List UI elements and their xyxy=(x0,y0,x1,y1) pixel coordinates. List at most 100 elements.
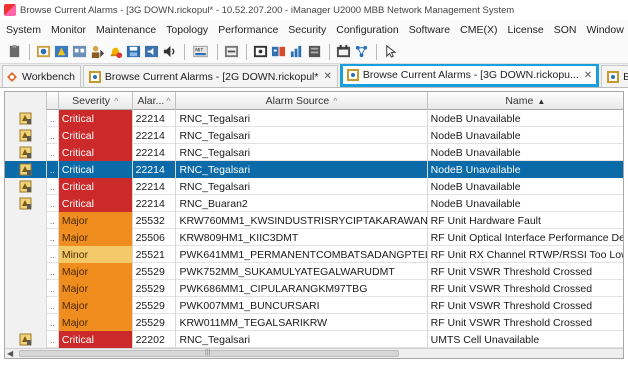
server-icon[interactable] xyxy=(306,44,322,60)
menu-item-performance[interactable]: Performance xyxy=(218,24,278,36)
row-flag-cell: .. xyxy=(47,110,59,127)
report-icon[interactable] xyxy=(223,44,239,60)
table-row[interactable]: .. Critical 22214 RNC_Tegalsari NodeB Unavai… xyxy=(5,110,623,127)
sound-icon[interactable] xyxy=(143,44,159,60)
acknowledge-icon xyxy=(19,129,32,142)
menu-bar: System Monitor Maintenance Topology Performa… xyxy=(0,20,628,40)
severity-cell: Major xyxy=(58,263,133,280)
mit-icon[interactable]: MIT xyxy=(190,44,210,60)
table-row[interactable]: .. Critical 22214 RNC_Tegalsari NodeB Unavai… xyxy=(5,144,623,161)
menu-item-topology[interactable]: Topology xyxy=(166,24,208,36)
toolbar-separator xyxy=(184,43,185,60)
tab-workbench[interactable]: Workbench xyxy=(2,65,81,87)
severity-cell: Critical xyxy=(58,127,133,144)
title-bar: Browse Current Alarms - [3G DOWN.rickopu… xyxy=(0,0,628,20)
column-header-severity-label: Severity xyxy=(72,95,111,107)
filter-icon[interactable] xyxy=(252,44,268,60)
column-header-source[interactable]: Alarm Source ^ xyxy=(176,92,428,110)
alarm-source-cell: PWK007MM1_BUNCURSARI xyxy=(176,297,428,314)
table-row[interactable]: .. Major 25532 KRW760MM1_KWSINDUSTRISRYCIPT… xyxy=(5,212,623,229)
alarm-source-cell: KRW760MM1_KWSINDUSTRISRYCIPTAKARAWANGT..… xyxy=(176,212,428,229)
network-icon[interactable] xyxy=(353,44,369,60)
menu-item-maintenance[interactable]: Maintenance xyxy=(96,24,156,36)
alarm-id-cell: 22214 xyxy=(133,195,177,212)
menu-item-software[interactable]: Software xyxy=(409,24,450,36)
column-header-name[interactable]: Name ▲ xyxy=(428,92,623,110)
table-row[interactable]: .. Critical 22214 RNC_Tegalsari NodeB Unavai… xyxy=(5,161,623,178)
severity-cell: Major xyxy=(58,297,133,314)
tab-label: B xyxy=(623,71,628,83)
column-header-icon[interactable] xyxy=(5,92,47,110)
alarm-source-cell: RNC_Tegalsari xyxy=(176,110,428,127)
menu-item-license[interactable]: License xyxy=(507,24,543,36)
alarm-id-cell: 25532 xyxy=(133,212,177,229)
severity-cell: Major xyxy=(58,212,133,229)
alarm-id-cell: 22214 xyxy=(133,127,177,144)
toolbar-separator xyxy=(329,43,330,60)
table-row[interactable]: .. Critical 22214 RNC_Buaran2 NodeB Unavaila… xyxy=(5,195,623,212)
menu-item-monitor[interactable]: Monitor xyxy=(51,24,86,36)
table-row[interactable]: .. Critical 22202 RNC_Tegalsari UMTS Cell Un… xyxy=(5,331,623,348)
close-icon[interactable]: ✕ xyxy=(323,71,331,82)
severity-cell: Critical xyxy=(58,110,133,127)
alarm-table: Severity ^ Alar... ^ Alarm Source ^ Name… xyxy=(4,91,624,359)
bell-icon[interactable] xyxy=(107,44,123,60)
toolbar: MIT xyxy=(0,40,628,64)
acknowledge-icon xyxy=(19,163,32,176)
user-icon[interactable] xyxy=(89,44,105,60)
pin-icon[interactable] xyxy=(6,44,22,60)
table-row[interactable]: .. Critical 22214 RNC_Tegalsari NodeB Unavai… xyxy=(5,178,623,195)
table-row[interactable]: .. Major 25529 PWK007MM1_BUNCURSARI RF Unit … xyxy=(5,297,623,314)
table-row[interactable]: .. Major 25529 PWK686MM1_CIPULARANGKM97TBG R… xyxy=(5,280,623,297)
topology-icon[interactable] xyxy=(35,44,51,60)
acknowledge-icon xyxy=(19,333,32,346)
table-row[interactable]: .. Major 25506 KRW809HM1_KIIC3DMT RF Unit Op… xyxy=(5,229,623,246)
menu-item-son[interactable]: SON xyxy=(554,24,577,36)
severity-cell: Critical xyxy=(58,331,133,348)
tab-label: Workbench xyxy=(22,70,75,83)
table-row[interactable]: .. Major 25529 KRW011MM_TEGALSARIKRW RF Unit… xyxy=(5,314,623,331)
column-header-source-label: Alarm Source xyxy=(265,95,330,107)
tab-browse-alarms-2g[interactable]: Browse Current Alarms - [2G DOWN.rickopu… xyxy=(82,65,338,87)
scroll-left-icon[interactable]: ◀ xyxy=(7,349,13,358)
cursor-icon[interactable] xyxy=(382,44,398,60)
severity-cell: Critical xyxy=(58,144,133,161)
alarm-name-cell: RF Unit VSWR Threshold Crossed xyxy=(430,265,593,278)
menu-item-security[interactable]: Security xyxy=(288,24,326,36)
window-title: Browse Current Alarms - [3G DOWN.rickopu… xyxy=(20,4,515,16)
group-icon[interactable] xyxy=(71,44,87,60)
row-flag-cell: .. xyxy=(47,246,59,263)
row-icon-cell xyxy=(5,178,47,195)
menu-item-window[interactable]: Window xyxy=(586,24,623,36)
table-row[interactable]: .. Critical 22214 RNC_Tegalsari NodeB Unavai… xyxy=(5,127,623,144)
severity-cell: Major xyxy=(58,280,133,297)
column-header-flag[interactable] xyxy=(47,92,59,110)
horizontal-scrollbar[interactable]: ◀ ||| xyxy=(5,348,623,358)
calendar-icon[interactable] xyxy=(335,44,351,60)
menu-item-configuration[interactable]: Configuration xyxy=(336,24,398,36)
save-icon[interactable] xyxy=(125,44,141,60)
table-row[interactable]: .. Major 25529 PWK752MM_SUKAMULYATEGALWARUD… xyxy=(5,263,623,280)
alarm-icon[interactable] xyxy=(53,44,69,60)
column-header-alarm-id[interactable]: Alar... ^ xyxy=(133,92,177,110)
tab-overflow[interactable]: B xyxy=(601,65,628,87)
toolbar-separator xyxy=(29,43,30,60)
scrollbar-grip-icon: ||| xyxy=(205,349,211,356)
menu-item-system[interactable]: System xyxy=(6,24,41,36)
alarm-source-cell: RNC_Tegalsari xyxy=(176,144,428,161)
tab-browse-alarms-3g[interactable]: Browse Current Alarms - [3G DOWN.rickopu… xyxy=(339,64,600,87)
row-flag-cell: .. xyxy=(47,229,59,246)
table-row[interactable]: .. Minor 25521 PWK641MM1_PERMANENTCOMBATSAD… xyxy=(5,246,623,263)
chart-icon[interactable] xyxy=(288,44,304,60)
alarm-id-cell: 22214 xyxy=(133,110,177,127)
alarm-name-cell: RF Unit Optical Interface Performance De… xyxy=(430,231,623,244)
menu-item-cme-x[interactable]: CME(X) xyxy=(460,24,497,36)
column-header-severity[interactable]: Severity ^ xyxy=(59,92,133,110)
alarm-source-cell: RNC_Tegalsari xyxy=(176,161,428,178)
close-icon[interactable]: ✕ xyxy=(584,70,592,81)
alarm-name-cell: NodeB Unavailable xyxy=(430,129,521,142)
database-icon[interactable] xyxy=(270,44,286,60)
row-flag-cell: .. xyxy=(46,161,59,178)
alarm-name-cell: RF Unit VSWR Threshold Crossed xyxy=(430,316,593,329)
volume-icon[interactable] xyxy=(161,44,177,60)
